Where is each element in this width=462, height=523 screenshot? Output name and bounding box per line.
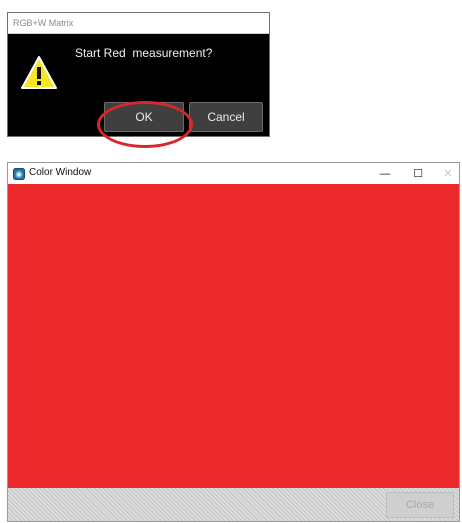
close-icon[interactable]: ✕ <box>436 163 460 184</box>
maximize-icon[interactable]: ☐ <box>406 163 430 184</box>
color-window-titlebar[interactable]: Color Window — ☐ ✕ <box>8 163 459 184</box>
dialog-titlebar[interactable]: RGB+W Matrix <box>8 13 269 34</box>
dialog-message: Start Red measurement? <box>75 46 213 60</box>
minimize-icon[interactable]: — <box>373 163 397 184</box>
measurement-dialog: RGB+W Matrix Start Red measurement? OK C… <box>7 12 270 148</box>
ok-button[interactable]: OK <box>104 102 184 132</box>
dialog-title: RGB+W Matrix <box>13 18 74 28</box>
warning-icon <box>20 55 58 90</box>
color-window: Color Window — ☐ ✕ Close <box>7 162 460 522</box>
ok-button-label: OK <box>135 110 153 124</box>
cancel-button-label: Cancel <box>207 110 245 124</box>
color-window-bottom-bar: Close <box>8 488 459 521</box>
color-display-area <box>8 184 459 488</box>
color-window-title: Color Window <box>29 167 92 178</box>
cancel-button[interactable]: Cancel <box>189 102 263 132</box>
screenshot-stage: RGB+W Matrix Start Red measurement? OK C… <box>0 0 462 523</box>
close-button-label: Close <box>405 499 435 511</box>
close-button[interactable]: Close <box>386 492 454 518</box>
app-icon <box>13 167 25 180</box>
